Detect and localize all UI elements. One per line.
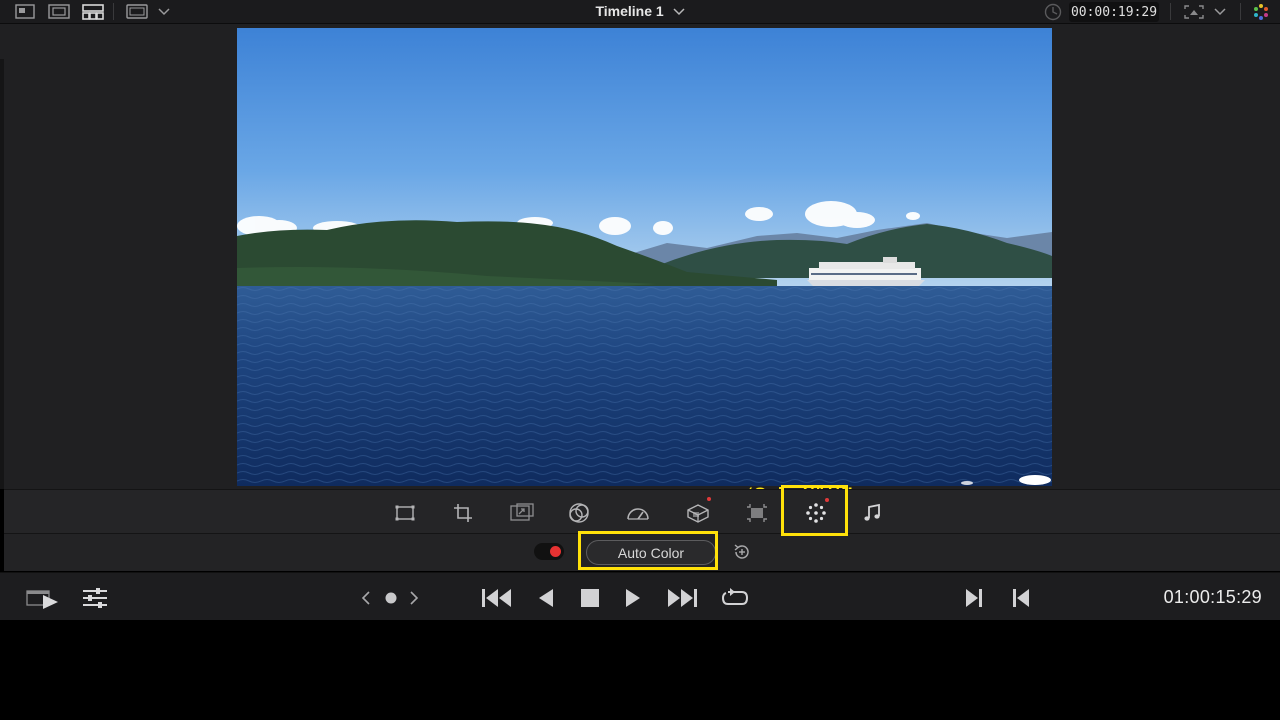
timeline-chevron-icon[interactable] — [673, 8, 685, 16]
dot-icon[interactable] — [382, 586, 400, 610]
dual-viewer-icon[interactable] — [47, 2, 71, 21]
dynamic-zoom-icon[interactable] — [508, 500, 536, 526]
toolbar-divider — [113, 3, 114, 20]
speedometer-icon[interactable] — [624, 500, 652, 526]
inspector-toolstrip — [4, 489, 1280, 534]
next-icon[interactable] — [406, 586, 422, 610]
color-tool-highlight — [781, 485, 848, 536]
toolbar-divider — [1170, 3, 1171, 20]
mark-in-icon[interactable] — [962, 586, 986, 610]
transform-icon[interactable] — [391, 500, 419, 526]
viewer-panel: ‘Color(색상)’ — [0, 24, 1280, 506]
transport-bar: 01:00:15:29 — [0, 572, 1280, 620]
single-viewer-icon[interactable] — [13, 2, 37, 21]
clip-play-icon[interactable] — [24, 586, 60, 610]
smart-reframe-icon[interactable] — [743, 500, 771, 526]
stabilization-active-dot — [707, 497, 711, 501]
auto-color-toggle[interactable] — [534, 543, 564, 560]
reset-icon[interactable] — [732, 542, 752, 562]
stop-icon[interactable] — [578, 586, 602, 610]
auto-color-highlight — [578, 531, 718, 570]
mark-out-icon[interactable] — [1009, 586, 1033, 610]
video-frame[interactable] — [237, 28, 1052, 486]
reverse-play-icon[interactable] — [535, 586, 557, 610]
composite-icon[interactable] — [565, 500, 593, 526]
grid-viewer-icon[interactable] — [81, 2, 105, 21]
empty-area — [0, 620, 1280, 720]
music-note-icon[interactable] — [858, 500, 886, 526]
loop-icon[interactable] — [718, 586, 752, 610]
playback-mode-icon[interactable] — [1042, 2, 1064, 21]
crop-icon[interactable] — [449, 500, 477, 526]
overlay-chevron-icon[interactable] — [1212, 2, 1228, 21]
play-icon[interactable] — [622, 586, 644, 610]
color-wheel-icon[interactable] — [1250, 2, 1272, 21]
viewer-edge — [0, 59, 4, 489]
toggle-knob — [550, 546, 561, 557]
stabilization-icon[interactable] — [684, 500, 712, 526]
jump-to-start-icon[interactable] — [480, 586, 514, 610]
chevron-down-icon[interactable] — [156, 2, 172, 21]
viewer-header: Timeline 1 00:00:19:29 — [0, 0, 1280, 24]
record-timecode: 01:00:15:29 — [1163, 587, 1262, 607]
viewer-overlay-icon[interactable] — [1182, 2, 1206, 21]
timeline-title[interactable]: Timeline 1 — [595, 3, 663, 19]
prev-icon[interactable] — [358, 586, 374, 610]
viewer-size-icon[interactable] — [124, 2, 150, 21]
toolbar-divider — [1240, 3, 1241, 20]
settings-sliders-icon[interactable] — [80, 586, 110, 610]
source-timecode: 00:00:19:29 — [1069, 2, 1159, 22]
jump-to-end-icon[interactable] — [665, 586, 699, 610]
